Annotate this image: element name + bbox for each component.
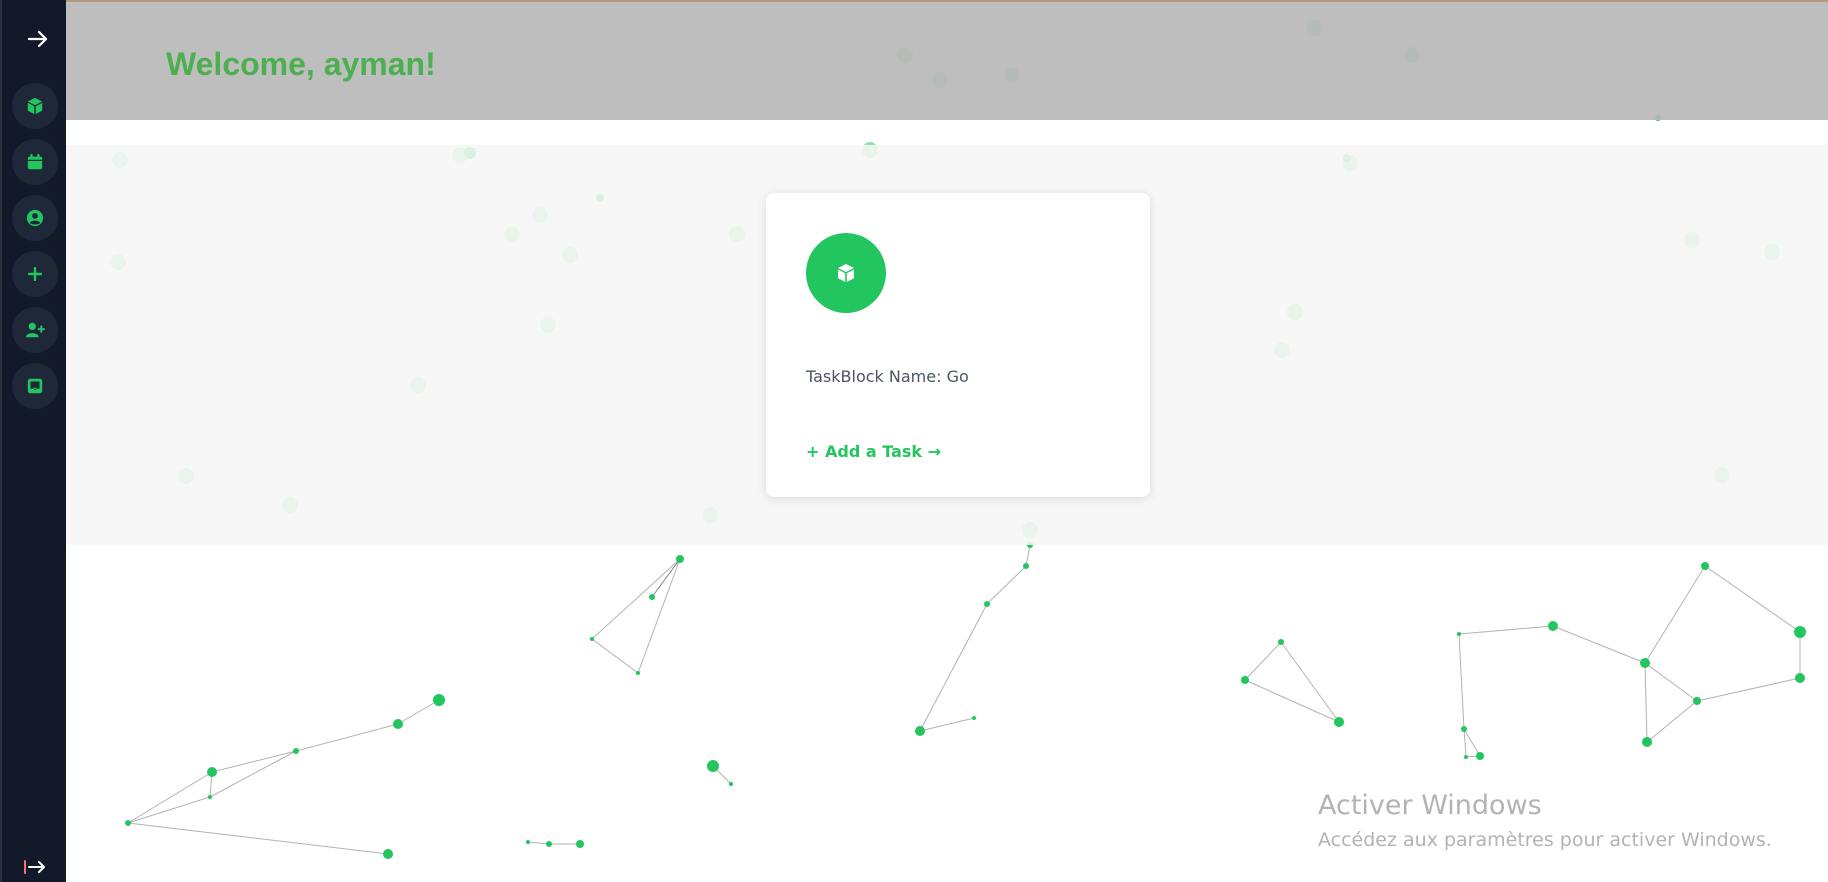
network-edge xyxy=(1644,565,1706,664)
network-node xyxy=(576,840,584,848)
network-node xyxy=(915,726,925,736)
network-edge xyxy=(591,558,681,640)
network-edge xyxy=(1704,565,1801,633)
network-node xyxy=(729,782,733,786)
network-node xyxy=(1241,676,1249,684)
logout-button[interactable] xyxy=(22,858,48,876)
network-edge xyxy=(127,822,389,855)
sidebar-item-calendar[interactable] xyxy=(12,139,58,185)
network-edge xyxy=(211,750,297,773)
arrow-right-icon xyxy=(27,30,48,48)
network-node xyxy=(1457,632,1461,636)
network-edge xyxy=(1025,544,1031,567)
network-edge xyxy=(295,723,399,752)
sidebar-item-inbox[interactable] xyxy=(12,363,58,409)
network-node xyxy=(207,767,217,777)
network-node xyxy=(707,760,719,772)
network-node xyxy=(383,849,393,859)
sidebar xyxy=(0,0,66,882)
network-node xyxy=(1464,755,1468,759)
network-node xyxy=(590,637,594,641)
network-node xyxy=(972,716,976,720)
network-node xyxy=(1795,673,1805,683)
user-plus-icon xyxy=(26,322,45,338)
network-node xyxy=(1023,563,1029,569)
network-edge xyxy=(986,565,1027,605)
network-node xyxy=(1461,726,1467,732)
network-node xyxy=(526,840,530,844)
network-edge xyxy=(1696,677,1801,702)
network-node xyxy=(1548,621,1558,631)
inbox-icon xyxy=(27,378,43,394)
sidebar-item-add[interactable] xyxy=(12,251,58,297)
network-edge xyxy=(1280,641,1340,723)
sidebar-item-add-user[interactable] xyxy=(12,307,58,353)
watermark-subtitle: Accédez aux paramètres pour activer Wind… xyxy=(1318,829,1772,851)
network-node xyxy=(649,594,655,600)
taskblock-name: TaskBlock Name: Go xyxy=(806,367,969,386)
network-edge xyxy=(591,638,639,674)
network-edge xyxy=(397,699,440,725)
network-node xyxy=(1794,626,1806,638)
network-edge xyxy=(127,771,213,824)
network-edge xyxy=(1458,625,1554,635)
network-edge xyxy=(919,603,988,732)
network-edge xyxy=(637,558,681,674)
network-edge xyxy=(1644,662,1648,743)
network-node xyxy=(1640,658,1650,668)
network-node xyxy=(293,748,299,754)
network-node xyxy=(1642,737,1652,747)
network-edge xyxy=(1244,679,1340,723)
windows-activation-watermark: Activer Windows Accédez aux paramètres p… xyxy=(1318,790,1772,851)
network-node xyxy=(546,841,552,847)
network-edge xyxy=(1463,728,1481,757)
user-circle-icon xyxy=(26,209,44,227)
add-task-link[interactable]: + Add a Task → xyxy=(806,442,941,461)
network-node xyxy=(1334,717,1344,727)
network-node xyxy=(1693,697,1701,705)
header-banner: Welcome, ayman! xyxy=(66,0,1828,120)
network-edge xyxy=(1244,641,1282,681)
network-node xyxy=(433,694,445,706)
network-edge xyxy=(1552,625,1646,664)
sidebar-item-profile[interactable] xyxy=(12,195,58,241)
network-node xyxy=(208,795,212,799)
network-edge xyxy=(651,558,681,598)
network-edge xyxy=(1458,633,1465,730)
network-node xyxy=(676,555,684,563)
network-node xyxy=(1278,639,1284,645)
logout-icon xyxy=(24,860,45,874)
network-edge xyxy=(127,796,211,824)
network-edge xyxy=(919,717,975,732)
network-node xyxy=(984,601,990,607)
network-node xyxy=(1476,752,1484,760)
welcome-heading: Welcome, ayman! xyxy=(166,46,436,82)
network-node xyxy=(1701,562,1709,570)
network-node xyxy=(636,671,640,675)
network-edge xyxy=(209,750,297,798)
plus-icon xyxy=(28,267,42,281)
taskblock-icon-badge xyxy=(806,233,886,313)
sidebar-item-taskblocks[interactable] xyxy=(12,83,58,129)
sidebar-toggle-button[interactable] xyxy=(24,26,52,52)
calendar-icon xyxy=(27,153,43,170)
network-node xyxy=(393,719,403,729)
network-edge xyxy=(1644,662,1698,702)
network-edge xyxy=(1646,700,1698,743)
watermark-title: Activer Windows xyxy=(1318,790,1542,821)
network-edge xyxy=(1463,728,1467,758)
cube-icon xyxy=(838,264,854,282)
network-edge xyxy=(527,841,550,845)
taskblock-card: TaskBlock Name: Go + Add a Task → xyxy=(766,193,1150,497)
cube-icon xyxy=(27,97,43,115)
